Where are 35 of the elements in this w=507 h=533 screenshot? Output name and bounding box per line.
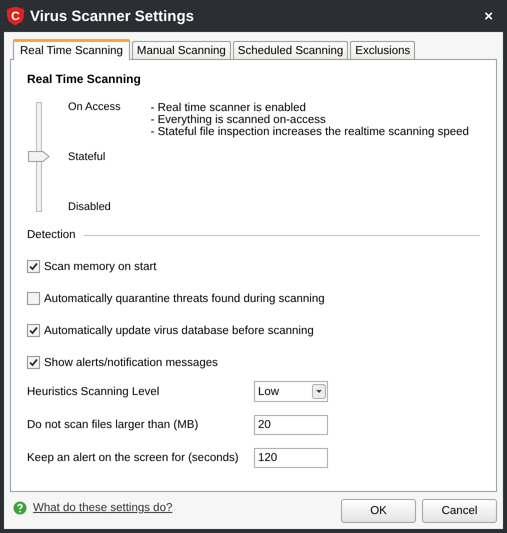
checkbox-label: Scan memory on start bbox=[44, 260, 156, 272]
checkbox[interactable] bbox=[27, 324, 40, 337]
checkbox-label: Show alerts/notification messages bbox=[44, 356, 218, 368]
checkbox[interactable] bbox=[27, 292, 40, 305]
description-line: - Real time scanner is enabled bbox=[150, 102, 307, 114]
slider-stop-label: Disabled bbox=[68, 201, 112, 213]
tab[interactable]: Exclusions bbox=[350, 41, 416, 59]
checkbox-label: Automatically update virus database before scanning bbox=[44, 324, 314, 336]
number-field[interactable]: 120 bbox=[254, 448, 328, 468]
section-title: Real Time Scanning bbox=[27, 72, 142, 86]
dialog-button[interactable]: OK bbox=[341, 499, 416, 523]
checkbox[interactable] bbox=[27, 356, 40, 369]
help-link[interactable]: What do these settings do? bbox=[33, 502, 172, 514]
window-title: Virus Scanner Settings bbox=[30, 8, 195, 24]
group-title: Detection bbox=[27, 229, 76, 241]
shield-logo: C bbox=[7, 6, 24, 26]
tab[interactable]: Real Time Scanning bbox=[13, 39, 130, 60]
setting-label: Do not scan files larger than (MB) bbox=[27, 418, 200, 430]
checkbox-label: Automatically quarantine threats found during scanning bbox=[44, 292, 325, 304]
close-button[interactable]: × bbox=[480, 8, 497, 24]
help-icon bbox=[13, 501, 27, 515]
tab[interactable]: Scheduled Scanning bbox=[232, 41, 348, 59]
setting-label: Heuristics Scanning Level bbox=[27, 386, 160, 398]
level-dropdown[interactable]: Low bbox=[254, 381, 328, 402]
checkbox[interactable] bbox=[27, 260, 40, 273]
dialog-button[interactable]: Cancel bbox=[422, 499, 497, 523]
description-line: - Stateful file inspection increases the realtime scanning speed bbox=[150, 126, 469, 138]
slider-stop-label: Stateful bbox=[68, 151, 106, 163]
dropdown-button[interactable] bbox=[312, 384, 326, 399]
tab[interactable]: Manual Scanning bbox=[132, 41, 231, 59]
slider-thumb[interactable] bbox=[28, 151, 50, 162]
description-line: - Everything is scanned on-access bbox=[150, 114, 327, 126]
number-field[interactable]: 20 bbox=[254, 414, 328, 434]
setting-label: Keep an alert on the screen for (seconds) bbox=[27, 452, 240, 464]
slider-stop-label: On Access bbox=[68, 101, 121, 113]
